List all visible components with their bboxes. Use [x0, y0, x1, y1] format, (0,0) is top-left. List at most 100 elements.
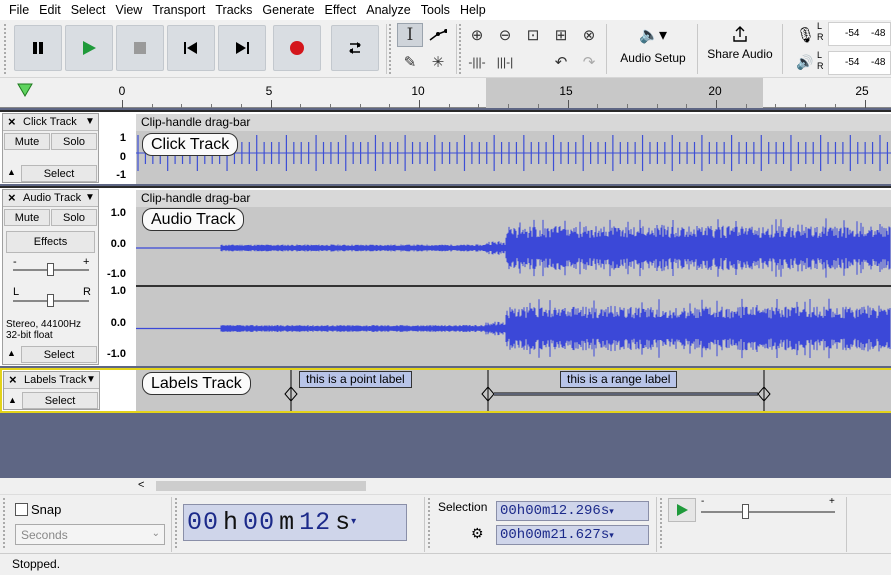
collapse-icon[interactable]: ▲ [8, 395, 17, 405]
click-track-waveform[interactable] [136, 131, 891, 184]
click-track-mute-button[interactable]: Mute [4, 133, 50, 150]
snap-checkbox[interactable] [15, 503, 28, 516]
point-label[interactable]: this is a point label [299, 371, 412, 388]
menu-effect[interactable]: Effect [320, 3, 362, 17]
draw-tool[interactable]: ✎ [397, 50, 423, 74]
snap-unit-dropdown[interactable]: Seconds ⌄ [15, 524, 165, 545]
waveform-path [136, 298, 891, 359]
edit-grip[interactable] [459, 24, 463, 74]
trim-button[interactable]: -|||- [464, 50, 490, 74]
multi-tool[interactable]: ✳ [425, 50, 451, 74]
pause-button[interactable] [14, 25, 62, 71]
playback-meter[interactable]: -54 -48 [828, 51, 891, 75]
click-track-name-bar[interactable]: × Click Track ▼ [3, 114, 98, 131]
track-menu-icon[interactable]: ▼ [85, 116, 95, 127]
audio-right-channel[interactable] [136, 287, 891, 366]
audio-track-select-button[interactable]: Select [21, 346, 97, 363]
audio-left-channel[interactable] [136, 207, 891, 285]
timeline-ruler[interactable]: 0 5 10 15 20 25 [0, 78, 891, 108]
play-button[interactable] [65, 25, 113, 71]
menu-analyze[interactable]: Analyze [361, 3, 415, 17]
click-track-solo-button[interactable]: Solo [51, 133, 97, 150]
horizontal-scrollbar[interactable]: < [0, 478, 891, 494]
menu-view[interactable]: View [110, 3, 147, 17]
menu-tracks[interactable]: Tracks [210, 3, 257, 17]
record-meter[interactable]: -54 -48 [828, 22, 891, 46]
pan-slider-handle[interactable] [47, 294, 54, 307]
time-format-dropdown-icon[interactable]: ▾ [351, 517, 357, 528]
envelope-tool[interactable] [425, 23, 451, 47]
audio-track-scale: 1.0 0.0 -1.0 1.0 0.0 -1.0 [100, 188, 134, 366]
audio-scale-mid-1: 0.0 [110, 238, 126, 250]
selection-end-time[interactable]: 00h00m21.627s▾ [496, 525, 649, 545]
time-second-digit-1: 1 [299, 508, 316, 538]
play-at-speed-button[interactable] [668, 498, 696, 522]
audio-track-name-bar[interactable]: × Audio Track ▼ [3, 190, 98, 207]
selection-label: Selection [438, 500, 488, 514]
labels-track-name-bar[interactable]: × Labels Track ▼ [4, 372, 99, 389]
labels-track-select-button[interactable]: Select [22, 392, 98, 409]
menu-select[interactable]: Select [66, 3, 111, 17]
menu-file[interactable]: File [4, 3, 34, 17]
playback-speaker-icon[interactable]: 🔊 [796, 54, 813, 71]
audio-clip-handle-bar[interactable]: Clip-handle drag-bar [136, 190, 891, 207]
stop-button[interactable] [116, 25, 164, 71]
close-icon[interactable]: × [8, 190, 16, 205]
audio-bit-depth-info: 32-bit float [6, 330, 53, 341]
loop-button[interactable] [331, 25, 379, 71]
fit-selection-button[interactable]: ⊡ [520, 23, 546, 47]
fit-project-button[interactable]: ⊞ [548, 23, 574, 47]
zoom-in-button[interactable]: ⊕ [464, 23, 490, 47]
audio-track-mute-button[interactable]: Mute [4, 209, 50, 226]
gain-slider-handle[interactable] [47, 263, 54, 276]
share-audio-button[interactable]: Share Audio [702, 25, 778, 71]
zoom-out-button[interactable]: ⊖ [492, 23, 518, 47]
gear-icon[interactable]: ⚙ [471, 525, 484, 542]
selection-tool[interactable]: I [397, 23, 423, 47]
play-head-icon[interactable] [17, 83, 33, 97]
close-icon[interactable]: × [9, 372, 17, 387]
scrollbar-thumb[interactable] [156, 481, 366, 491]
selection-start-format-icon[interactable]: ▾ [609, 507, 614, 517]
zoom-toggle-button[interactable]: ⊗ [576, 23, 602, 47]
track-menu-icon[interactable]: ▼ [86, 374, 96, 385]
undo-button[interactable]: ↶ [548, 50, 574, 74]
toolbar-grip[interactable] [4, 24, 8, 74]
tools-grip[interactable] [389, 24, 393, 74]
skip-end-button[interactable] [218, 25, 266, 71]
status-bar: Stopped. [0, 553, 891, 574]
microphone-icon[interactable]: 🎙 [796, 26, 815, 44]
menu-generate[interactable]: Generate [257, 3, 319, 17]
menu-tools[interactable]: Tools [416, 3, 455, 17]
snap-grip[interactable] [3, 498, 7, 548]
selection-start-time[interactable]: 00h00m12.296s▾ [496, 501, 649, 521]
audio-track-effects-button[interactable]: Effects [6, 231, 95, 253]
time-second-unit: s [335, 508, 352, 538]
speed-slider-handle[interactable] [742, 504, 749, 519]
menu-transport[interactable]: Transport [147, 3, 210, 17]
menu-edit[interactable]: Edit [34, 3, 66, 17]
collapse-icon[interactable]: ▲ [7, 348, 16, 358]
audio-setup-button[interactable]: 🔈▾ Audio Setup [613, 25, 693, 71]
scroll-left-icon[interactable]: < [138, 479, 144, 491]
skip-start-button[interactable] [167, 25, 215, 71]
selection-end-format-icon[interactable]: ▾ [609, 531, 614, 541]
time-display[interactable]: 00 h 00 m 12 s▾ [183, 504, 407, 541]
record-button[interactable] [273, 25, 321, 71]
i-beam-icon: I [406, 25, 414, 45]
collapse-icon[interactable]: ▲ [7, 167, 16, 177]
speed-slider[interactable] [701, 511, 835, 513]
track-menu-icon[interactable]: ▼ [85, 192, 95, 203]
click-clip-handle-bar[interactable]: Clip-handle drag-bar [136, 114, 891, 131]
click-track-name: Click Track [23, 116, 77, 128]
audio-track-solo-button[interactable]: Solo [51, 209, 97, 226]
redo-button[interactable]: ↷ [576, 50, 602, 74]
click-track-select-button[interactable]: Select [21, 165, 97, 182]
menu-help[interactable]: Help [455, 3, 491, 17]
play-at-speed-grip[interactable] [660, 498, 664, 548]
silence-button[interactable]: |||-| [492, 50, 518, 74]
close-icon[interactable]: × [8, 114, 16, 129]
range-label[interactable]: this is a range label [560, 371, 678, 388]
selection-grip[interactable] [428, 498, 432, 548]
time-grip[interactable] [175, 498, 179, 548]
